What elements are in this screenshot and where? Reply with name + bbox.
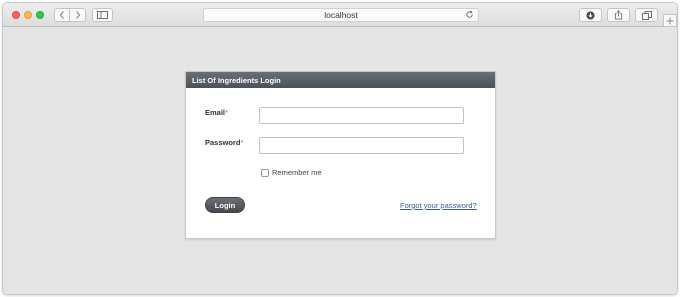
sidebar-toggle-button[interactable] <box>92 8 113 22</box>
login-button-label: Login <box>214 200 236 210</box>
close-window-button[interactable] <box>12 11 20 19</box>
tabs-overview-button[interactable] <box>635 8 658 22</box>
navigation-buttons <box>54 8 86 22</box>
login-button[interactable]: Login <box>205 197 245 213</box>
downloads-button[interactable] <box>579 8 602 22</box>
remember-me-label[interactable]: Remember me <box>272 168 322 177</box>
remember-me-checkbox[interactable] <box>261 169 269 177</box>
password-label-text: Password <box>205 138 241 147</box>
download-icon <box>586 10 595 20</box>
browser-toolbar: localhost <box>3 3 677 27</box>
share-button[interactable] <box>607 8 630 22</box>
tabs-icon <box>641 10 652 20</box>
address-text: localhost <box>324 10 358 20</box>
page-content: List Of Ingredients Login Email* Passwor… <box>3 28 677 294</box>
login-panel-header: List Of Ingredients Login <box>186 72 495 88</box>
reload-button[interactable] <box>465 10 474 21</box>
sidebar-icon <box>97 11 108 19</box>
password-field[interactable] <box>259 137 464 154</box>
minimize-window-button[interactable] <box>24 11 32 19</box>
email-label: Email* <box>205 108 228 117</box>
forward-button[interactable] <box>70 8 86 22</box>
reload-icon <box>466 10 473 18</box>
address-bar[interactable]: localhost <box>203 8 479 22</box>
plus-icon <box>666 17 674 24</box>
login-title: List Of Ingredients Login <box>192 75 281 85</box>
chevron-right-icon <box>75 11 80 19</box>
password-label: Password* <box>205 138 243 147</box>
back-button[interactable] <box>54 8 70 22</box>
email-required-marker: * <box>225 108 228 117</box>
zoom-window-button[interactable] <box>36 11 44 19</box>
email-label-text: Email <box>205 108 226 117</box>
password-required-marker: * <box>240 138 244 147</box>
browser-window: localhost List Of Ingredients Login Emai… <box>2 2 678 295</box>
new-tab-button[interactable] <box>663 14 677 27</box>
email-field[interactable] <box>259 107 464 124</box>
share-icon <box>614 10 623 20</box>
chevron-left-icon <box>59 11 64 19</box>
forgot-password-link[interactable]: Forgot your password? <box>400 201 477 210</box>
login-panel: List Of Ingredients Login Email* Passwor… <box>185 71 496 239</box>
